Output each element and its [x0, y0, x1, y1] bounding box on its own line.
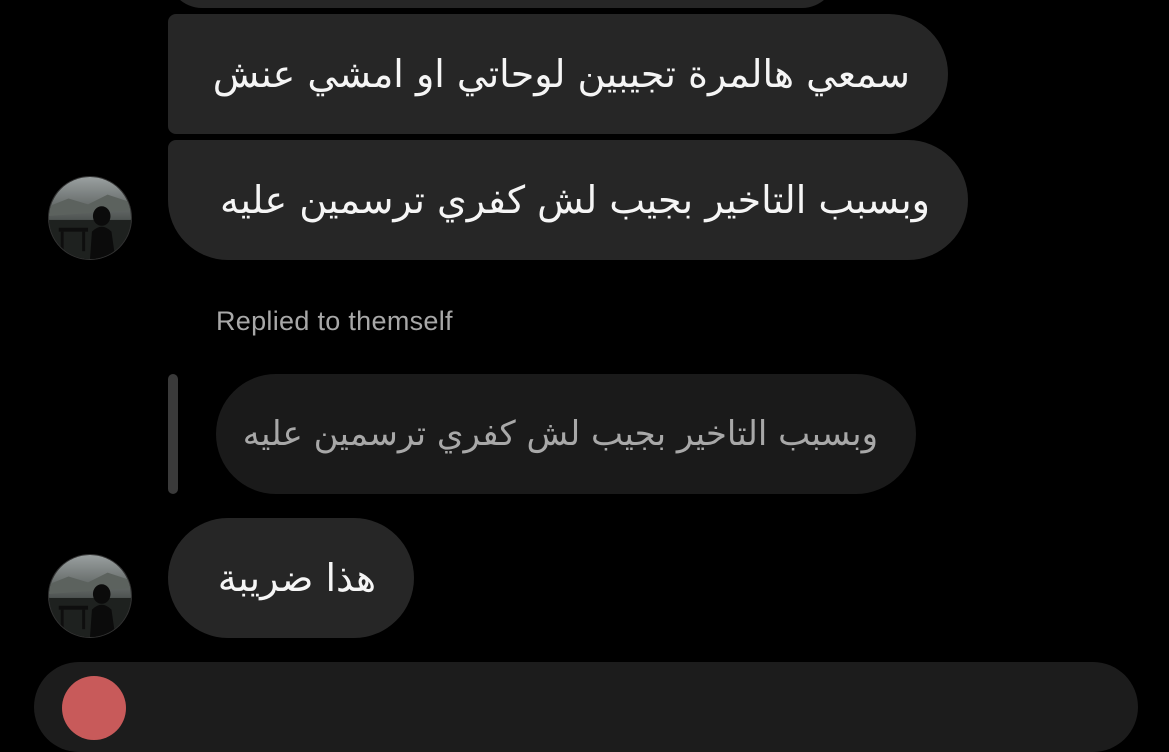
message-text: هذا ضريبة [217, 556, 376, 600]
sender-avatar[interactable] [48, 554, 132, 638]
reply-context-label: Replied to themself [216, 306, 453, 336]
avatar-photo-icon [49, 555, 131, 637]
previous-message-bubble[interactable] [168, 0, 836, 8]
quoted-message-bubble[interactable]: وبسبب التاخير بجيب لش كفري ترسمين عليه [216, 374, 916, 494]
reply-message-bubble[interactable]: هذا ضريبة [168, 518, 414, 638]
message-bubble[interactable]: سمعي هالمرة تجيبين لوحاتي او امشي عنش [168, 14, 948, 134]
quoted-message-text: وبسبب التاخير بجيب لش كفري ترسمين عليه [242, 414, 878, 454]
message-text: سمعي هالمرة تجيبين لوحاتي او امشي عنش [212, 52, 910, 96]
sender-avatar[interactable] [48, 176, 132, 260]
reply-quote-bar [168, 374, 178, 494]
message-text: وبسبب التاخير بجيب لش كفري ترسمين عليه [220, 178, 930, 222]
message-composer[interactable] [34, 662, 1138, 752]
avatar-photo-icon [49, 177, 131, 259]
message-bubble[interactable]: وبسبب التاخير بجيب لش كفري ترسمين عليه [168, 140, 968, 260]
camera-button[interactable] [62, 676, 126, 740]
